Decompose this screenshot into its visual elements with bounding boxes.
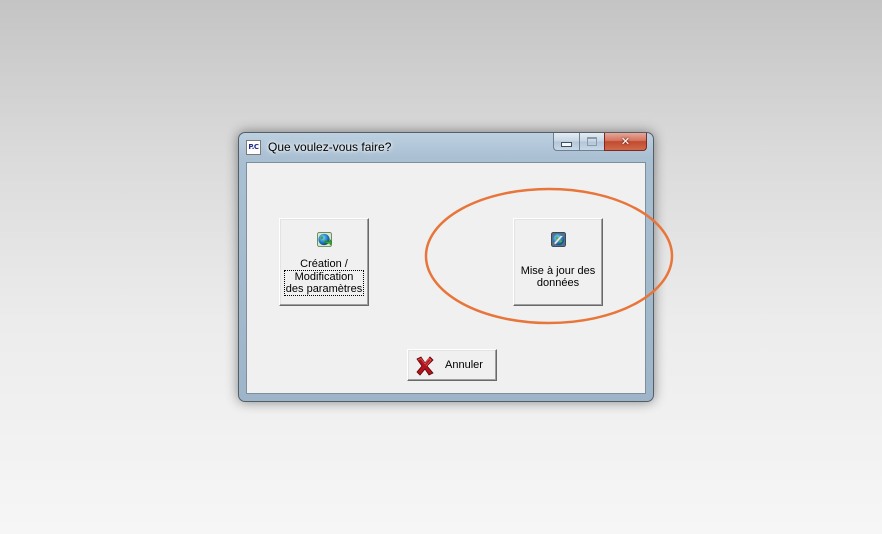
- red-x-icon: [416, 356, 434, 376]
- update-label-line2: données: [536, 277, 580, 289]
- app-icon[interactable]: P.C: [246, 140, 261, 155]
- update-label-line1: Mise à jour des: [520, 265, 596, 277]
- maximize-icon: [587, 137, 597, 146]
- cancel-button[interactable]: Annuler: [407, 349, 497, 381]
- close-button[interactable]: ✕: [604, 133, 647, 151]
- close-icon: ✕: [620, 135, 631, 148]
- cancel-button-label: Annuler: [445, 359, 483, 371]
- maximize-button: [579, 133, 604, 151]
- globe-arrow-icon: [317, 232, 332, 247]
- dialog-client-area: Création / Modification des paramètres M…: [246, 162, 646, 394]
- create-modify-parameters-button[interactable]: Création / Modification des paramètres: [279, 218, 369, 306]
- update-data-button[interactable]: Mise à jour des données: [513, 218, 603, 306]
- title-bar[interactable]: P.C Que voulez-vous faire? ✕: [239, 133, 653, 162]
- update-button-label: Mise à jour des données: [514, 265, 602, 289]
- create-label-line2: Modification: [294, 271, 354, 283]
- window-title: Que voulez-vous faire?: [268, 140, 392, 154]
- minimize-icon: [561, 142, 572, 147]
- create-button-label: Création / Modification des paramètres: [280, 258, 368, 296]
- globe-check-icon: [551, 232, 566, 247]
- minimize-button[interactable]: [553, 133, 579, 151]
- dialog-window: P.C Que voulez-vous faire? ✕ Création / …: [238, 132, 654, 402]
- create-label-line1: Création /: [300, 258, 348, 270]
- create-label-line3: des paramètres: [285, 283, 363, 295]
- caption-buttons: ✕: [553, 133, 647, 152]
- focus-rectangle: Modification des paramètres: [283, 270, 365, 296]
